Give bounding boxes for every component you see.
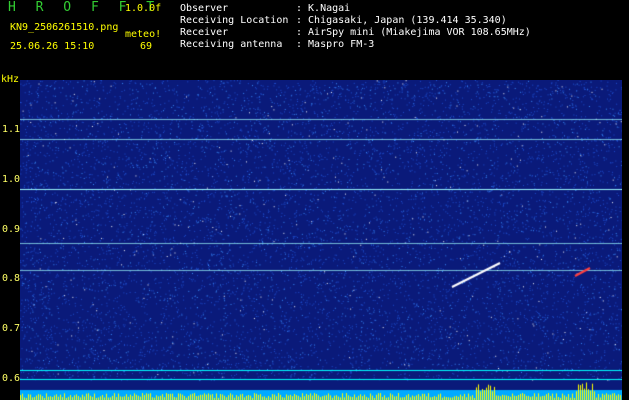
capture-datetime: 25.06.26 15:10 [10,41,95,52]
version-label: 1.0.0f [125,3,162,14]
antenna-value: : Maspro FM-3 [296,39,375,50]
observer-key: Observer [180,3,229,14]
location-key: Receiving Location [180,15,289,26]
location-value: : Chigasaki, Japan (139.414 35.340) [296,15,507,26]
spectrogram-canvas [20,80,622,400]
antenna-key: Receiving antenna [180,39,283,50]
y-tick: 1.1 [2,124,21,135]
receiver-key: Receiver [180,27,229,38]
file-name: KN9_2506261510.png [10,22,119,33]
spectrogram-plot [20,80,622,400]
y-tick: 0.9 [2,224,21,235]
y-tick: 1.0 [2,174,21,185]
y-tick: 0.7 [2,323,21,334]
meteo-label: meteo! [125,29,162,40]
y-axis-unit: kHz [1,74,20,85]
observer-value: : K.Nagai [296,3,351,14]
hrofft-window: H R O F F T 1.0.0f KN9_2506261510.png me… [0,0,629,400]
y-tick: 0.8 [2,273,21,284]
receiver-value: : AirSpy mini (Miakejima VOR 108.65MHz) [296,27,531,38]
meteo-count: 69 [140,41,153,52]
y-tick: 0.6 [2,373,21,384]
